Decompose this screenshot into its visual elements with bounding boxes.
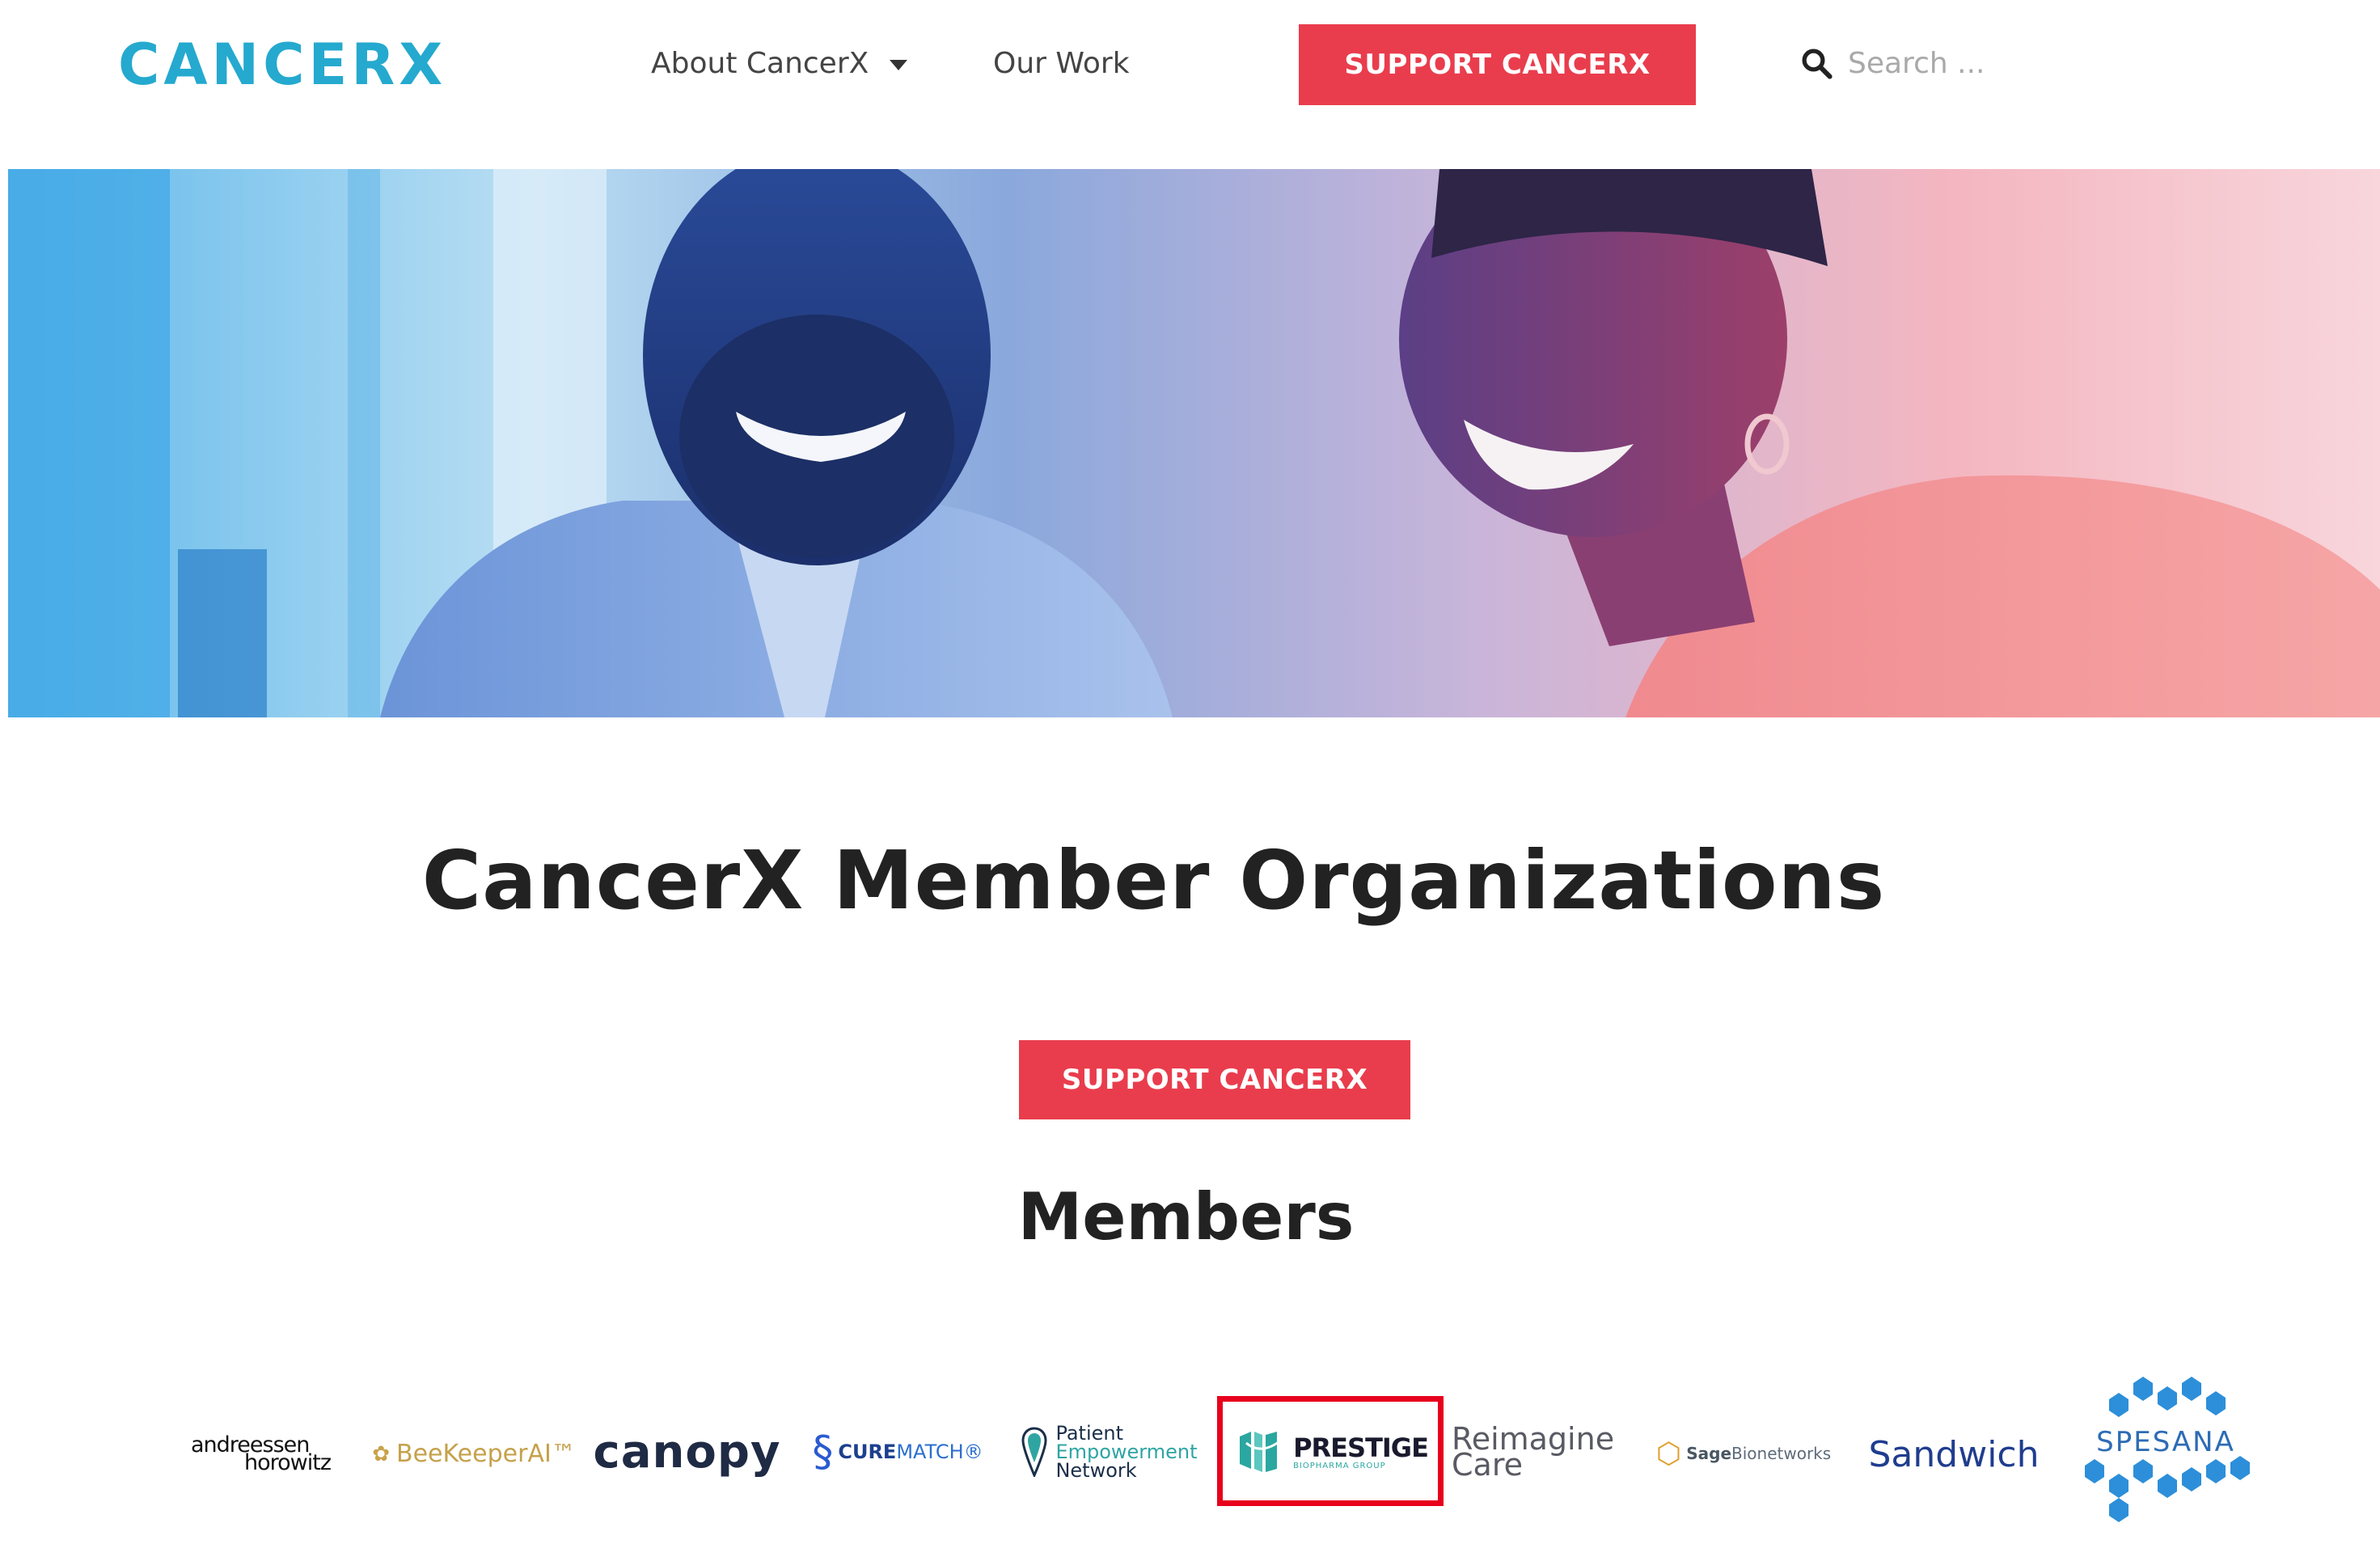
- dna-helix-icon: §: [812, 1428, 834, 1476]
- support-cancerx-button[interactable]: SUPPORT CANCERX: [1019, 1040, 1410, 1119]
- sage-light: Bionetworks: [1731, 1444, 1832, 1463]
- sage-bold: Sage: [1686, 1444, 1732, 1463]
- member-logo-sage-bionetworks[interactable]: ⬡ Sage Bionetworks: [1655, 1433, 1833, 1474]
- curematch-bold: CURE: [838, 1441, 897, 1463]
- beekeeperai-text: BeeKeeperAI™: [396, 1440, 576, 1468]
- nav-about-cancerx[interactable]: About CancerX: [651, 37, 908, 89]
- member-logo-curematch[interactable]: § CURE MATCH®: [812, 1424, 983, 1480]
- member-logo-prestige-biopharma[interactable]: PRESTIGE BIOPHARMA GROUP: [1232, 1424, 1431, 1480]
- sage-cube-icon: ⬡: [1655, 1436, 1682, 1470]
- member-logo-patient-empowerment-network[interactable]: Patient Empowerment Network: [1021, 1415, 1198, 1488]
- members-heading: Members: [1017, 1179, 1355, 1254]
- hero-image: [8, 169, 2380, 717]
- page-title: CancerX Member Organizations: [421, 833, 1886, 928]
- spesana-logo-icon: SPESANA: [2085, 1377, 2250, 1522]
- member-logo-spesana[interactable]: SPESANA: [2077, 1375, 2255, 1529]
- nav-our-work[interactable]: Our Work: [993, 37, 1130, 89]
- logo-wordmark: CANCERX: [118, 32, 447, 98]
- search-box[interactable]: [1799, 37, 2171, 89]
- member-logo-canopy[interactable]: canopy: [594, 1424, 780, 1480]
- prestige-wordmark: PRESTIGE: [1293, 1432, 1429, 1463]
- a16z-line2: horowitz: [244, 1450, 332, 1475]
- reimagine-line2: Care: [1452, 1447, 1523, 1483]
- member-logo-reimagine-care[interactable]: Reimagine Care: [1452, 1419, 1617, 1484]
- search-input[interactable]: [1848, 46, 2171, 80]
- nav-our-work-label: Our Work: [993, 46, 1130, 80]
- member-logo-andreessen-horowitz[interactable]: andreessen horowitz: [191, 1430, 336, 1479]
- spesana-text: SPESANA: [2096, 1426, 2235, 1458]
- nav-about-label: About CancerX: [651, 46, 869, 80]
- member-logo-beekeeperai[interactable]: ✿ BeeKeeperAI™: [372, 1436, 576, 1472]
- curematch-light: MATCH®: [896, 1441, 983, 1463]
- search-icon[interactable]: [1799, 46, 1833, 80]
- location-pin-icon: [1021, 1427, 1047, 1477]
- bee-icon: ✿: [372, 1441, 390, 1466]
- site-header: CANCERX About CancerX Our Work SUPPORT C…: [0, 0, 2380, 170]
- sandwich-text: Sandwich: [1868, 1433, 2040, 1475]
- prestige-mark-icon: [1240, 1432, 1283, 1472]
- canopy-text: canopy: [593, 1425, 781, 1479]
- pen-line3: Network: [1055, 1458, 1137, 1482]
- member-logo-sandwich[interactable]: Sandwich: [1866, 1428, 2041, 1481]
- prestige-subtitle: BIOPHARMA GROUP: [1293, 1461, 1386, 1470]
- support-cancerx-header-button[interactable]: SUPPORT CANCERX: [1299, 24, 1696, 105]
- cancerx-logo[interactable]: CANCERX: [118, 32, 447, 98]
- chevron-down-icon: [890, 59, 908, 70]
